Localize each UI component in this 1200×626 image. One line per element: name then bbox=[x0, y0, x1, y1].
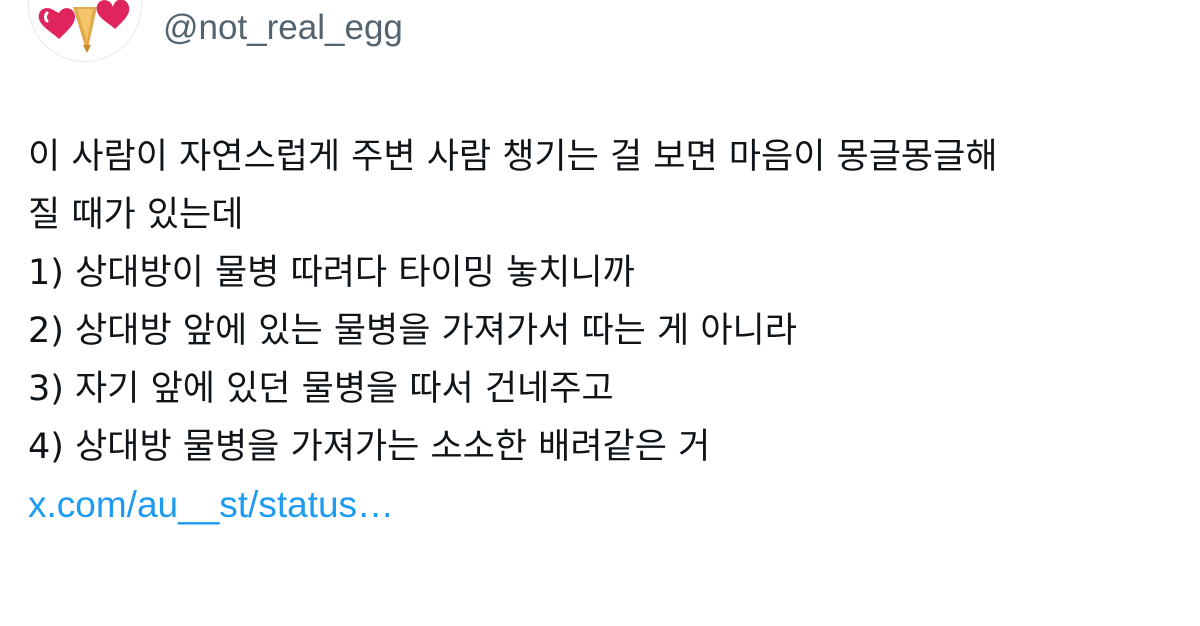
tweet-line: 질 때가 있는데 bbox=[28, 195, 244, 235]
quoted-status-link[interactable]: x.com/au__st/status… bbox=[28, 476, 1178, 534]
tweet-line: 2) 상대방 앞에 있는 물병을 가져가서 따는 게 아니라 bbox=[28, 311, 797, 351]
tweet-line: 1) 상대방이 물병 따려다 타이밍 놓치니까 bbox=[28, 253, 635, 293]
tweet-line: 3) 자기 앞에 있던 물병을 따서 건네주고 bbox=[28, 369, 614, 409]
avatar[interactable] bbox=[28, 0, 142, 62]
tweet-header: @not_real_egg bbox=[0, 0, 1200, 80]
author-handle[interactable]: @not_real_egg bbox=[163, 6, 403, 50]
heart-cone-avatar-icon bbox=[29, 0, 141, 61]
tweet-line: 이 사람이 자연스럽게 주변 사람 챙기는 걸 보면 마음이 몽글몽글해 bbox=[28, 137, 998, 177]
tweet-text: 이 사람이 자연스럽게 주변 사람 챙기는 걸 보면 마음이 몽글몽글해 질 때… bbox=[28, 128, 1178, 534]
tweet-line: 4) 상대방 물병을 가져가는 소소한 배려같은 거 bbox=[28, 427, 711, 467]
